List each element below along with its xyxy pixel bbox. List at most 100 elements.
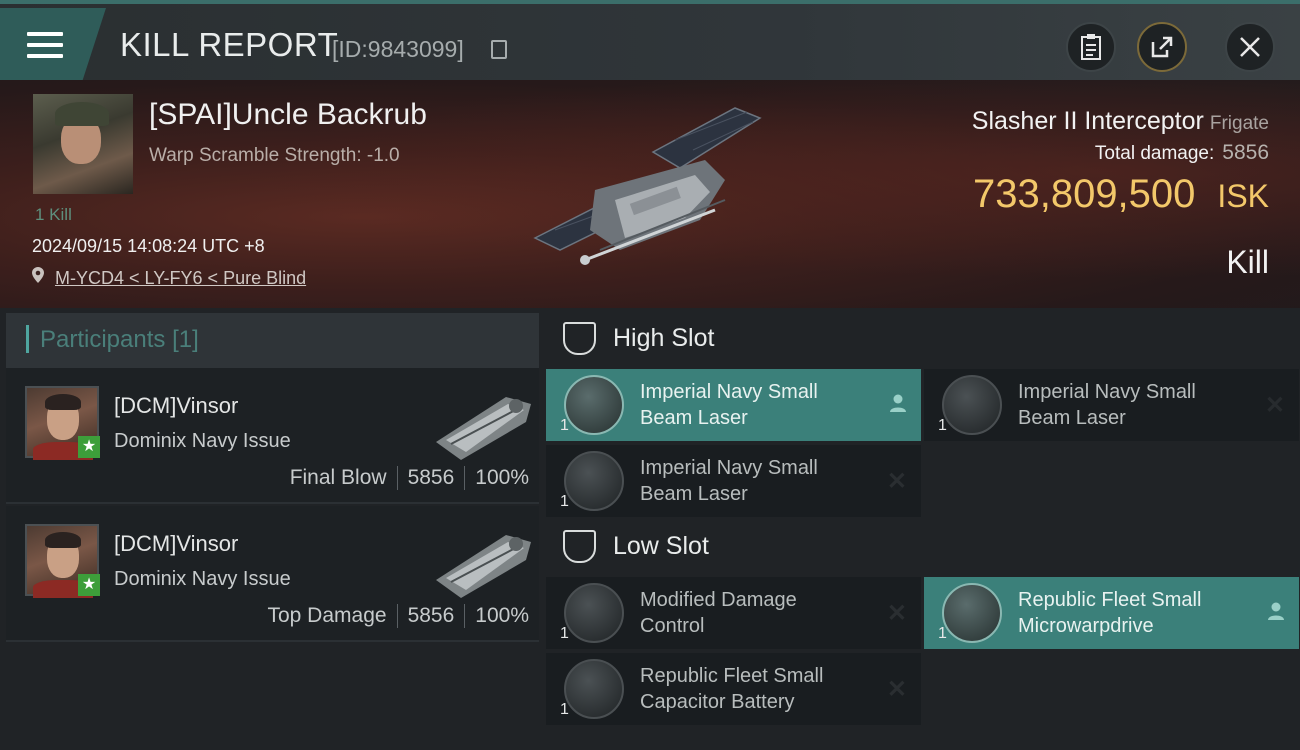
- total-damage: Total damage: 5856: [1095, 141, 1269, 165]
- low-slot-icon: [563, 530, 596, 563]
- victim-avatar[interactable]: [33, 94, 133, 194]
- beam-laser-icon: [942, 375, 1002, 435]
- participant-percent: 100%: [475, 466, 529, 489]
- x-icon: ✕: [886, 676, 907, 703]
- module-name: Imperial Navy Small Beam Laser: [640, 379, 860, 431]
- beam-laser-icon: [564, 375, 624, 435]
- participant-role: Final Blow: [289, 466, 387, 489]
- participant-hair: [45, 394, 81, 410]
- high-slot-icon: [563, 322, 596, 355]
- kill-result: Kill: [1226, 244, 1269, 280]
- kill-count: 1 Kill: [35, 205, 72, 224]
- close-icon: [1240, 37, 1260, 57]
- victim-ship-image: [533, 107, 762, 265]
- module-name: Republic Fleet Small Microwarpdrive: [1018, 587, 1238, 639]
- total-damage-value: 5856: [1222, 141, 1269, 164]
- low-slot-title: Low Slot: [613, 532, 709, 560]
- warp-scramble-strength: Warp Scramble Strength: -1.0: [149, 145, 400, 166]
- module-quantity: 1: [938, 417, 947, 434]
- top-bar: KILL REPORT [ID:9843099]: [0, 0, 1300, 80]
- hamburger-icon: [27, 32, 63, 60]
- participant-stats: Top Damage 5856 100%: [267, 604, 529, 628]
- x-icon: ✕: [886, 468, 907, 495]
- stat-divider: [396, 466, 398, 490]
- participant-ship: Dominix Navy Issue: [114, 430, 291, 452]
- participants-header[interactable]: Participants [1]: [6, 313, 539, 368]
- module-name-line1: Imperial Navy Small: [640, 381, 818, 403]
- victim-name[interactable]: [SPAI]Uncle Backrub: [149, 98, 427, 132]
- participant-row[interactable]: ★ [DCM]Vinsor Dominix Navy Issue Final B…: [6, 368, 539, 504]
- module-name-line1: Modified Damage: [640, 589, 797, 611]
- participant-percent: 100%: [475, 604, 529, 627]
- module-name: Imperial Navy Small Beam Laser: [640, 455, 860, 507]
- damage-control-icon: [564, 583, 624, 643]
- page-title: KILL REPORT: [120, 26, 339, 63]
- participants-title: Participants [1]: [40, 326, 199, 354]
- module-name: Republic Fleet Small Capacitor Battery: [640, 663, 860, 715]
- copy-id-icon[interactable]: [491, 40, 507, 59]
- module-tile[interactable]: 1 Imperial Navy Small Beam Laser ✕: [924, 369, 1299, 441]
- module-name-line2: Control: [640, 615, 705, 637]
- module-name-line2: Capacitor Battery: [640, 691, 795, 713]
- x-icon: ✕: [886, 600, 907, 627]
- participant-hair: [45, 532, 81, 548]
- module-tile[interactable]: 1 Republic Fleet Small Capacitor Battery …: [546, 653, 921, 725]
- module-quantity: 1: [938, 625, 947, 642]
- high-slot-header: High Slot: [545, 310, 1300, 372]
- report-id: [ID:9843099]: [332, 36, 464, 62]
- isk-unit: ISK: [1217, 178, 1269, 214]
- module-quantity: 1: [560, 417, 569, 434]
- participant-name: [DCM]Vinsor: [114, 393, 239, 418]
- module-tile[interactable]: 1 Imperial Navy Small Beam Laser ✕: [546, 445, 921, 517]
- share-icon: [1151, 36, 1173, 58]
- module-tile[interactable]: 1 Republic Fleet Small Microwarpdrive: [924, 577, 1299, 649]
- module-quantity: 1: [560, 493, 569, 510]
- person-icon: [890, 394, 906, 412]
- participant-ship-image: [436, 535, 531, 598]
- microwarpdrive-icon: [942, 583, 1002, 643]
- beam-laser-icon: [564, 451, 624, 511]
- stat-divider: [396, 604, 398, 628]
- participants-accent-bar: [26, 325, 29, 353]
- module-quantity: 1: [560, 701, 569, 718]
- menu-button[interactable]: [0, 8, 106, 80]
- stat-divider: [464, 466, 466, 490]
- close-button[interactable]: [1225, 22, 1275, 72]
- location-link[interactable]: M-YCD4 < LY-FY6 < Pure Blind: [55, 268, 306, 289]
- person-icon: [1268, 602, 1284, 620]
- module-quantity: 1: [560, 625, 569, 642]
- capacitor-battery-icon: [564, 659, 624, 719]
- isk-value: 733,809,500 ISK: [973, 172, 1269, 217]
- module-name-line1: Republic Fleet Small: [640, 665, 824, 687]
- module-tile[interactable]: 1 Imperial Navy Small Beam Laser: [546, 369, 921, 441]
- clipboard-icon: [1081, 34, 1101, 60]
- x-icon: ✕: [1264, 392, 1285, 419]
- isk-amount: 733,809,500: [972, 172, 1196, 216]
- participant-damage: 5856: [407, 604, 455, 627]
- clipboard-button[interactable]: [1066, 22, 1116, 72]
- participants-label: Participants: [40, 326, 166, 353]
- participant-damage: 5856: [407, 466, 455, 489]
- star-icon: ★: [78, 574, 100, 596]
- participant-role: Top Damage: [267, 604, 387, 627]
- total-damage-label: Total damage:: [1094, 143, 1215, 164]
- participant-stats: Final Blow 5856 100%: [290, 466, 529, 490]
- module-name-line1: Imperial Navy Small: [640, 457, 818, 479]
- victim-ship-name: Slasher II Interceptor Frigate: [972, 107, 1269, 136]
- low-slot-header: Low Slot: [545, 518, 1300, 580]
- module-name-line2: Beam Laser: [1018, 407, 1126, 429]
- module-name-line1: Republic Fleet Small: [1018, 589, 1202, 611]
- participant-ship: Dominix Navy Issue: [114, 568, 291, 590]
- high-slot-title: High Slot: [613, 324, 715, 352]
- participant-name: [DCM]Vinsor: [114, 531, 239, 556]
- participant-row[interactable]: ★ [DCM]Vinsor Dominix Navy Issue Top Dam…: [6, 506, 539, 642]
- kill-report-screen: KILL REPORT [ID:9843099] [SPAI]Uncle Bac…: [0, 0, 1300, 750]
- participants-count: [1]: [172, 326, 199, 353]
- location-pin-icon: [32, 267, 44, 283]
- module-name-line2: Microwarpdrive: [1018, 615, 1154, 637]
- module-tile[interactable]: 1 Modified Damage Control ✕: [546, 577, 921, 649]
- stat-divider: [464, 604, 466, 628]
- share-button[interactable]: [1137, 22, 1187, 72]
- module-name-line1: Imperial Navy Small: [1018, 381, 1196, 403]
- kill-timestamp: 2024/09/15 14:08:24 UTC +8: [32, 236, 265, 256]
